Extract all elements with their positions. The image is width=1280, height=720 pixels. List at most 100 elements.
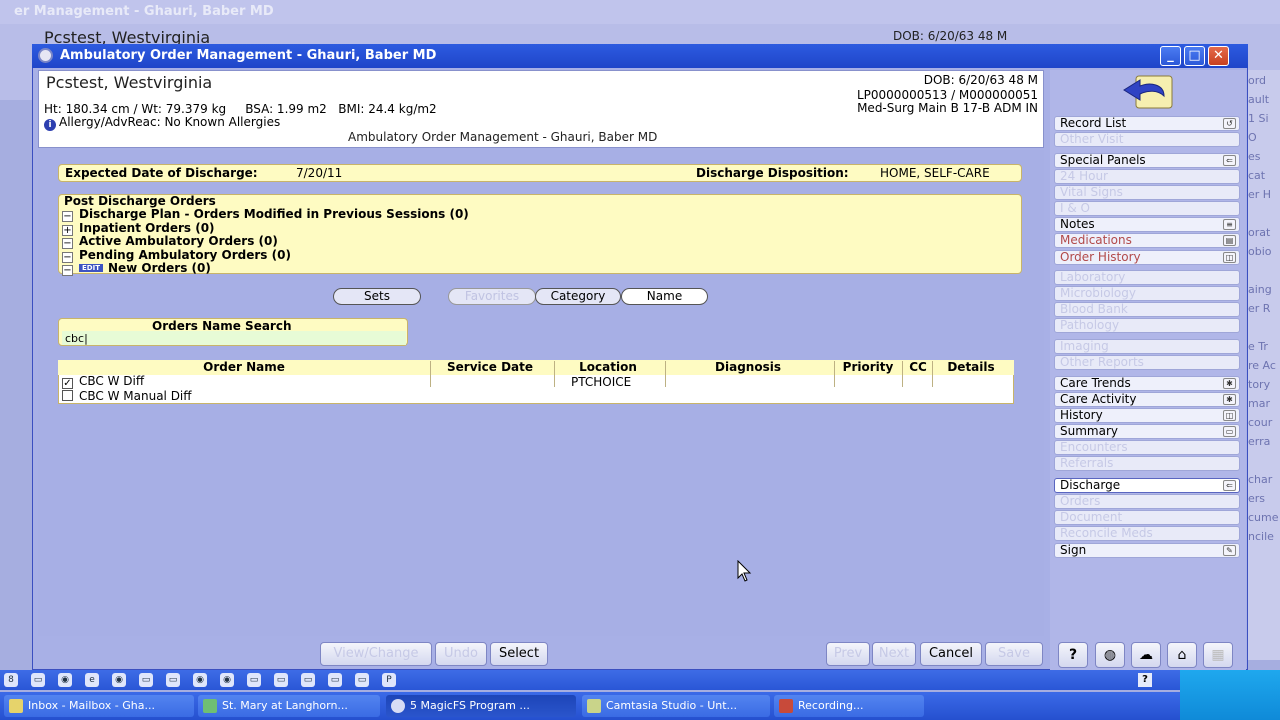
sidebar-item-history[interactable]: History ◫ bbox=[1054, 408, 1240, 423]
sidebar-item-document[interactable]: Document bbox=[1054, 510, 1240, 525]
grid-icon[interactable]: ▦ bbox=[1203, 642, 1233, 668]
sidebar-item-reconcile-meds[interactable]: Reconcile Meds bbox=[1054, 526, 1240, 541]
pdo-row-active-ambulatory[interactable]: − Active Ambulatory Orders (0) bbox=[62, 234, 278, 249]
sidebar-item-other-reports[interactable]: Other Reports bbox=[1054, 355, 1240, 370]
quick-launch-icon[interactable]: e bbox=[85, 673, 99, 687]
pdo-row-new-orders[interactable]: − EDIT New Orders (0) bbox=[62, 261, 211, 276]
sidebar-item-label: Sign bbox=[1060, 543, 1087, 557]
allergy-line[interactable]: i Allergy/AdvReac: No Known Allergies bbox=[44, 115, 280, 131]
sidebar-item-icon: ✎ bbox=[1223, 545, 1236, 556]
window-title: Ambulatory Order Management - Ghauri, Ba… bbox=[60, 48, 437, 63]
sidebar-item-medications[interactable]: Medications ▤ bbox=[1054, 233, 1240, 248]
sidebar-item-icon: ▤ bbox=[1223, 235, 1236, 246]
sidebar-item-24-hour[interactable]: 24 Hour bbox=[1054, 169, 1240, 184]
sidebar-item-microbiology[interactable]: Microbiology bbox=[1054, 286, 1240, 301]
sidebar-item-label: Care Activity bbox=[1060, 392, 1137, 406]
lock-icon[interactable]: ⌂ bbox=[1167, 642, 1197, 668]
favorites-tab[interactable]: Favorites bbox=[448, 288, 536, 305]
sidebar-item-i-o[interactable]: I & O bbox=[1054, 201, 1240, 216]
sidebar-item-blood-bank[interactable]: Blood Bank bbox=[1054, 302, 1240, 317]
quick-launch-icon[interactable]: ▭ bbox=[274, 673, 288, 687]
taskbar-label: Inbox - Mailbox - Gha... bbox=[28, 699, 155, 712]
sidebar-item-imaging[interactable]: Imaging bbox=[1054, 339, 1240, 354]
system-tray bbox=[1180, 670, 1280, 720]
sidebar-item-notes[interactable]: Notes ≡ bbox=[1054, 217, 1240, 232]
cloud-icon[interactable]: ☁ bbox=[1131, 642, 1161, 668]
sidebar-item-label: Document bbox=[1060, 510, 1123, 524]
pdo-row-label: Discharge Plan - Orders Modified in Prev… bbox=[79, 207, 469, 221]
sidebar-item-record-list[interactable]: Record List ↺ bbox=[1054, 116, 1240, 131]
sidebar-item-summary[interactable]: Summary ▭ bbox=[1054, 424, 1240, 439]
minimize-button[interactable]: _ bbox=[1160, 46, 1181, 66]
view-change-button[interactable]: View/Change bbox=[320, 642, 432, 666]
sidebar-item-sign[interactable]: Sign ✎ bbox=[1054, 543, 1240, 558]
save-button[interactable]: Save bbox=[985, 642, 1043, 666]
pdo-row-label: Pending Ambulatory Orders (0) bbox=[79, 248, 291, 262]
title-bar[interactable]: Ambulatory Order Management - Ghauri, Ba… bbox=[32, 44, 1248, 68]
sidebar-item-vital-signs[interactable]: Vital Signs bbox=[1054, 185, 1240, 200]
sidebar-item-care-trends[interactable]: Care Trends ✱ bbox=[1054, 376, 1240, 391]
back-arrow-icon[interactable] bbox=[1120, 74, 1174, 110]
next-button[interactable]: Next bbox=[872, 642, 916, 666]
orders-search-input[interactable] bbox=[62, 331, 406, 345]
cancel-button[interactable]: Cancel bbox=[920, 642, 982, 666]
table-row[interactable]: CBC W Manual Diff bbox=[62, 389, 192, 403]
sidebar-item-referrals[interactable]: Referrals bbox=[1054, 456, 1240, 471]
patient-dob: DOB: 6/20/63 48 M bbox=[923, 73, 1038, 87]
quick-launch-icon[interactable]: ▭ bbox=[31, 673, 45, 687]
quick-launch-icon[interactable]: 8 bbox=[4, 673, 18, 687]
quick-launch-icon[interactable]: ◉ bbox=[193, 673, 207, 687]
sidebar-item-care-activity[interactable]: Care Activity ✱ bbox=[1054, 392, 1240, 407]
taskbar-item-active[interactable]: 5 MagicFS Program ... bbox=[386, 695, 576, 717]
sidebar-item-special-panels[interactable]: Special Panels ⇐ bbox=[1054, 153, 1240, 168]
sidebar-item-laboratory[interactable]: Laboratory bbox=[1054, 270, 1240, 285]
quick-launch-icon[interactable]: ◉ bbox=[220, 673, 234, 687]
taskbar-item[interactable]: Inbox - Mailbox - Gha... bbox=[4, 695, 194, 717]
info-icon[interactable]: i bbox=[44, 119, 56, 131]
quick-launch-icon[interactable]: ◉ bbox=[112, 673, 126, 687]
col-cc: CC bbox=[909, 360, 927, 374]
edit-badge[interactable]: EDIT bbox=[79, 264, 103, 272]
quick-launch-icon[interactable]: ◉ bbox=[58, 673, 72, 687]
sets-tab[interactable]: Sets bbox=[333, 288, 421, 305]
quick-launch-icon[interactable]: ▭ bbox=[247, 673, 261, 687]
quick-launch-icon[interactable]: ▭ bbox=[355, 673, 369, 687]
name-tab[interactable]: Name bbox=[621, 288, 708, 305]
help-tray-icon[interactable]: ? bbox=[1138, 673, 1152, 687]
background-sidebar-label: O bbox=[1248, 131, 1257, 144]
order-location: PTCHOICE bbox=[571, 375, 632, 389]
background-dob: DOB: 6/20/63 48 M bbox=[893, 29, 1008, 43]
maximize-button[interactable]: □ bbox=[1184, 46, 1205, 66]
quick-launch-icon[interactable]: ▭ bbox=[328, 673, 342, 687]
sidebar-item-other-visit[interactable]: Other Visit bbox=[1054, 132, 1240, 147]
prev-button[interactable]: Prev bbox=[826, 642, 870, 666]
undo-button[interactable]: Undo bbox=[435, 642, 487, 666]
help-button[interactable]: ? bbox=[1058, 642, 1088, 668]
sidebar-item-orders[interactable]: Orders bbox=[1054, 494, 1240, 509]
quick-launch-icon[interactable]: ▭ bbox=[301, 673, 315, 687]
quick-launch-icon[interactable]: ▭ bbox=[166, 673, 180, 687]
taskbar-label: 5 MagicFS Program ... bbox=[410, 699, 530, 712]
sidebar-item-pathology[interactable]: Pathology bbox=[1054, 318, 1240, 333]
table-row[interactable]: ✓ CBC W Diff bbox=[62, 374, 144, 389]
taskbar-item[interactable]: St. Mary at Langhorn... bbox=[198, 695, 380, 717]
collapse-toggle[interactable]: − bbox=[62, 265, 73, 276]
background-sidebar-label: cat bbox=[1248, 169, 1266, 182]
order-checkbox[interactable]: ✓ bbox=[62, 378, 73, 389]
sidebar-item-discharge[interactable]: Discharge ⇐ bbox=[1054, 478, 1240, 493]
order-checkbox[interactable] bbox=[62, 390, 73, 401]
background-sidebar-label: e Tr bbox=[1248, 340, 1268, 353]
taskbar-item[interactable]: Camtasia Studio - Unt... bbox=[582, 695, 770, 717]
quick-launch-icon[interactable]: ▭ bbox=[139, 673, 153, 687]
globe-icon[interactable]: ◍ bbox=[1095, 642, 1125, 668]
quick-launch-icon[interactable]: P bbox=[382, 673, 396, 687]
sidebar-item-encounters[interactable]: Encounters bbox=[1054, 440, 1240, 455]
taskbar-item[interactable]: Recording... bbox=[774, 695, 924, 717]
pdo-row-discharge-plan[interactable]: − Discharge Plan - Orders Modified in Pre… bbox=[62, 207, 469, 222]
sidebar-item-label: Reconcile Meds bbox=[1060, 526, 1153, 540]
close-button[interactable]: ✕ bbox=[1208, 46, 1229, 66]
post-discharge-title: Post Discharge Orders bbox=[64, 194, 216, 208]
sidebar-item-order-history[interactable]: Order History ◫ bbox=[1054, 250, 1240, 265]
category-tab[interactable]: Category bbox=[535, 288, 621, 305]
select-button[interactable]: Select bbox=[490, 642, 548, 666]
